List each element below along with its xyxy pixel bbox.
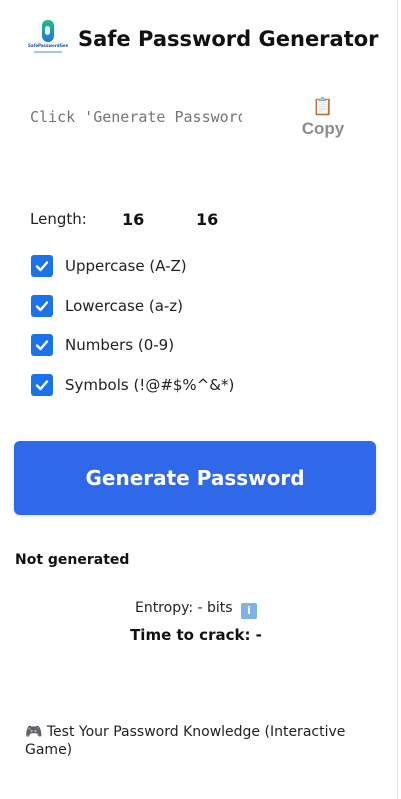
symbols-checkbox[interactable]: [31, 374, 53, 396]
window-edge: [397, 0, 398, 799]
length-display-value: 16: [196, 209, 219, 229]
entropy-info: Entropy: - bits i: [0, 600, 392, 619]
strength-status: Not generated: [15, 552, 130, 568]
length-slider-value[interactable]: 16: [122, 210, 196, 229]
option-uppercase[interactable]: Uppercase (A-Z): [31, 254, 187, 278]
logo-text: SafePasswordGenerator: [28, 43, 68, 48]
logo-drop: [42, 20, 54, 42]
drop-logo-icon: SafePasswordGenerator: [28, 18, 68, 60]
password-row: 📋 Copy: [30, 96, 370, 146]
password-game-link[interactable]: 🎮 Test Your Password Knowledge (Interact…: [25, 723, 375, 759]
clipboard-icon: 📋: [312, 97, 334, 116]
uppercase-checkbox[interactable]: [31, 255, 53, 277]
generate-password-button[interactable]: Generate Password: [14, 441, 376, 515]
clipped-footer-text: [140, 790, 260, 799]
password-output-field[interactable]: [30, 106, 242, 128]
info-icon[interactable]: i: [241, 603, 258, 619]
header: SafePasswordGenerator Safe Password Gene…: [28, 18, 379, 60]
numbers-checkbox[interactable]: [31, 334, 53, 356]
option-lowercase[interactable]: Lowercase (a-z): [31, 294, 183, 318]
copy-button[interactable]: 📋 Copy: [296, 96, 350, 142]
option-numbers[interactable]: Numbers (0-9): [31, 333, 174, 357]
entropy-text: Entropy: - bits: [134, 600, 233, 616]
symbols-label: Symbols (!@#$%^&*): [65, 376, 235, 394]
time-to-crack: Time to crack: -: [130, 626, 262, 644]
length-label: Length:: [30, 210, 87, 228]
uppercase-label: Uppercase (A-Z): [65, 257, 187, 275]
logo-underline: [34, 51, 62, 53]
length-control: Length: 16 16: [30, 206, 218, 232]
option-symbols[interactable]: Symbols (!@#$%^&*): [31, 373, 234, 397]
copy-label: Copy: [301, 119, 345, 138]
app-title: Safe Password Generator: [78, 27, 379, 51]
lowercase-label: Lowercase (a-z): [65, 297, 184, 315]
lowercase-checkbox[interactable]: [31, 295, 53, 317]
numbers-label: Numbers (0-9): [65, 336, 175, 354]
